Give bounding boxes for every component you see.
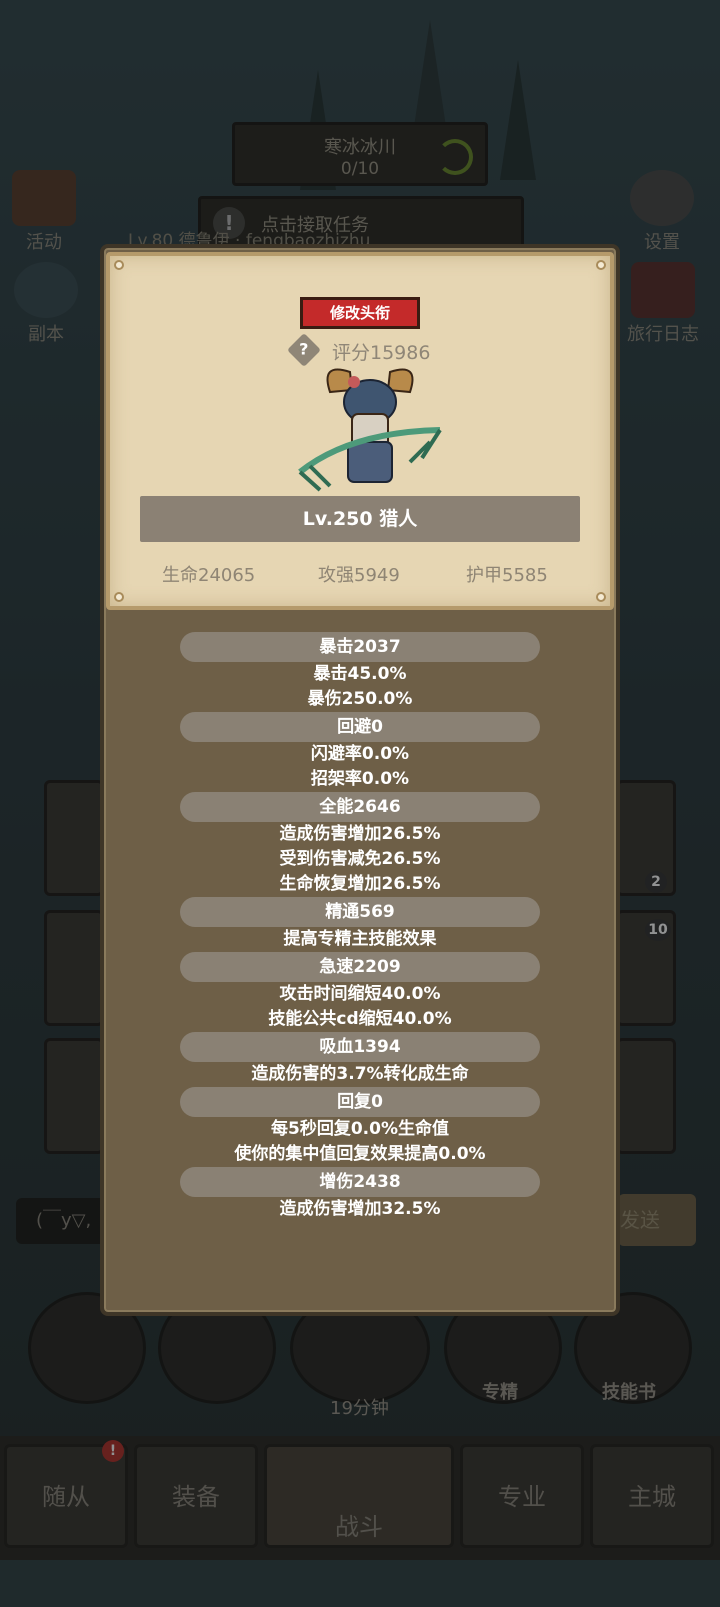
attribute-line: 使你的集中值回复效果提高0.0% xyxy=(234,1144,486,1164)
rivet-decoration xyxy=(114,260,124,270)
level-class-banner: Lv.250 猎人 xyxy=(140,496,580,542)
attribute-header: 精通569 xyxy=(180,897,540,927)
edit-title-button[interactable]: 修改头衔 xyxy=(300,297,420,329)
attribute-line: 造成伤害增加32.5% xyxy=(279,1199,441,1219)
attribute-line: 暴击45.0% xyxy=(313,664,407,684)
attribute-list: 暴击2037 暴击45.0% 暴伤250.0% 回避0 闪避率0.0% 招架率0… xyxy=(106,632,614,1222)
attribute-line: 受到伤害减免26.5% xyxy=(279,849,441,869)
rivet-decoration xyxy=(596,592,606,602)
attack-stat: 攻强5949 xyxy=(318,565,400,586)
attribute-line: 生命恢复增加26.5% xyxy=(279,874,441,894)
attribute-line: 闪避率0.0% xyxy=(310,744,410,764)
hp-stat: 生命24065 xyxy=(162,565,256,586)
attribute-line: 暴伤250.0% xyxy=(307,689,413,709)
hunter-avatar xyxy=(298,368,442,492)
attribute-line: 造成伤害增加26.5% xyxy=(279,824,441,844)
attribute-header: 暴击2037 xyxy=(180,632,540,662)
attribute-line: 招架率0.0% xyxy=(310,769,410,789)
rivet-decoration xyxy=(114,592,124,602)
attribute-header: 回避0 xyxy=(180,712,540,742)
attribute-header: 吸血1394 xyxy=(180,1032,540,1062)
attribute-line: 提高专精主技能效果 xyxy=(283,929,437,949)
attribute-header: 急速2209 xyxy=(180,952,540,982)
score-value: 评分15986 xyxy=(332,342,431,364)
attribute-header: 增伤2438 xyxy=(180,1167,540,1197)
attribute-line: 攻击时间缩短40.0% xyxy=(279,984,441,1004)
attribute-header: 回复0 xyxy=(180,1087,540,1117)
armor-stat: 护甲5585 xyxy=(466,565,548,586)
attribute-line: 技能公共cd缩短40.0% xyxy=(268,1009,452,1029)
attribute-line: 造成伤害的3.7%转化成生命 xyxy=(251,1064,469,1084)
rivet-decoration xyxy=(596,260,606,270)
attribute-header: 全能2646 xyxy=(180,792,540,822)
attribute-line: 每5秒回复0.0%生命值 xyxy=(271,1119,449,1139)
